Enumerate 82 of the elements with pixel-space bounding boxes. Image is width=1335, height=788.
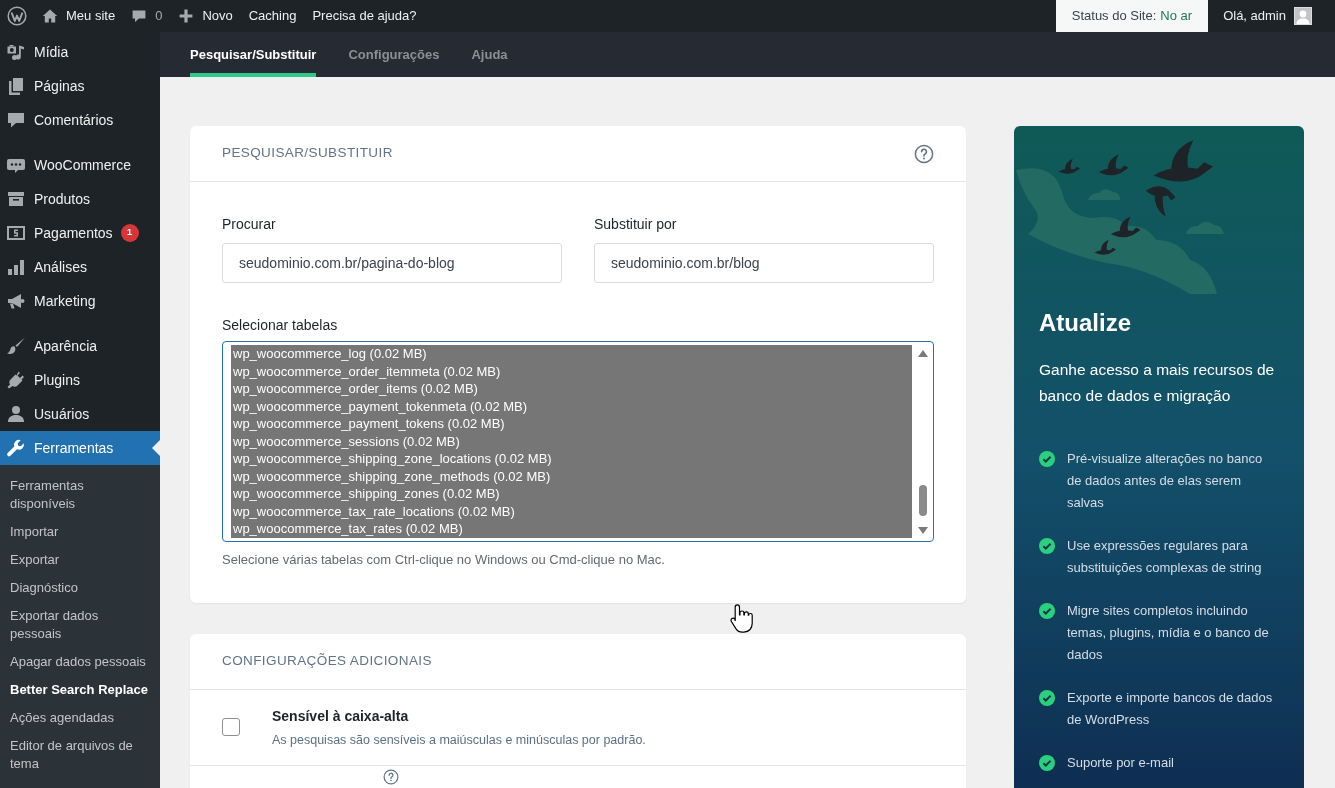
panel-subtitle: Ganhe acesso a mais recursos de banco de dados e migração [1039, 360, 1276, 406]
sidebar-item[interactable]: Marketing [0, 284, 160, 318]
sidebar-item[interactable]: Análises [0, 250, 160, 284]
submenu-item[interactable]: Importar [0, 518, 160, 546]
bar-chart-icon [6, 257, 26, 277]
feature-text: Exporte e importe bancos de dados de WordPress [1067, 689, 1274, 729]
sidebar-item[interactable]: Mídia [0, 35, 160, 69]
submenu-item[interactable]: Exportar [0, 546, 160, 574]
help-icon[interactable] [383, 769, 399, 785]
feature-text: Use expressões regulares para substituições complexas de string [1067, 537, 1263, 577]
field-label: Selecionar tabelas [222, 316, 339, 335]
check-circle-icon [1039, 755, 1055, 771]
submenu-item[interactable]: Exportar dados pessoais [0, 602, 160, 648]
sidebar-item[interactable]: Páginas [0, 69, 160, 103]
site-link[interactable]: Meu site [34, 0, 124, 32]
comment-icon [6, 110, 26, 130]
field-label: Substituir por [594, 215, 678, 234]
comment-icon [131, 8, 148, 24]
field-label: Procurar [222, 215, 277, 234]
submenu-item[interactable]: Better Search Replace [0, 676, 160, 704]
pages-icon [6, 76, 26, 96]
table-option[interactable]: wp_woocommerce_order_items (0.02 MB) [231, 380, 912, 398]
checkbox[interactable] [222, 718, 240, 736]
user-icon [6, 404, 26, 424]
card-title: PESQUISAR/SUBSTITUIR [222, 144, 393, 163]
tab[interactable]: Configurações [348, 32, 440, 77]
toolbar-link[interactable]: Caching [240, 0, 305, 32]
submenu-item[interactable]: Ações agendadas [0, 704, 160, 732]
plug-icon [6, 370, 26, 390]
card-title: CONFIGURAÇÕES ADICIONAIS [222, 652, 432, 671]
table-option[interactable]: wp_woocommerce_payment_tokens (0.02 MB) [231, 415, 912, 433]
comments-link[interactable]: 0 [123, 0, 171, 32]
submenu-item[interactable]: Ferramentas disponíveis [0, 472, 160, 518]
check-circle-icon [1039, 690, 1055, 706]
feature-text: Suporte por e-mail [1067, 754, 1175, 772]
scrollbar-thumb[interactable] [918, 485, 927, 516]
tab[interactable]: Pesquisar/Substituir [190, 32, 317, 77]
sidebar-item[interactable]: WooCommerce [0, 148, 160, 182]
sidebar-item[interactable]: Plugins [0, 363, 160, 397]
scroll-up-icon[interactable] [917, 350, 928, 357]
table-option[interactable]: wp_woocommerce_tax_rates (0.02 MB) [231, 520, 912, 538]
sidebar-item[interactable]: Ferramentas [0, 431, 160, 465]
new-link[interactable]: Novo [170, 0, 241, 32]
wrench-icon [6, 438, 26, 458]
replace-input[interactable]: seudominio.com.br/blog [594, 243, 934, 283]
tab[interactable]: Ajuda [471, 32, 508, 77]
table-option[interactable]: wp_woocommerce_shipping_zones (0.02 MB) [231, 485, 912, 503]
sidebar-item[interactable]: Usuários [0, 397, 160, 431]
table-option[interactable]: wp_woocommerce_shipping_zone_locations (0.02 MB) [231, 450, 912, 468]
sidebar-item[interactable]: Comentários [0, 103, 160, 137]
panel-title: Atualize [1039, 309, 1132, 337]
table-option[interactable]: wp_woocommerce_log (0.02 MB) [231, 345, 912, 363]
check-circle-icon [1039, 538, 1055, 554]
submenu-item[interactable]: Diagnóstico [0, 574, 160, 602]
home-icon [42, 8, 58, 24]
check-circle-icon [1039, 603, 1055, 619]
account-link[interactable]: Olá, admin [1208, 0, 1335, 32]
current-pointer-icon [152, 440, 160, 456]
count-badge: 1 [120, 224, 139, 242]
scroll-down-icon[interactable] [917, 527, 928, 534]
search-input[interactable]: seudominio.com.br/pagina-do-blog [222, 243, 562, 283]
megaphone-icon [6, 291, 26, 311]
toolbar-link[interactable]: Precisa de ajuda? [304, 0, 425, 32]
option-label: Sensível à caixa-alta [272, 707, 410, 726]
tables-listbox[interactable] [222, 341, 934, 542]
logo-icon[interactable] [7, 6, 27, 26]
archive-icon [6, 189, 26, 209]
plus-icon [178, 8, 195, 24]
sidebar-item[interactable]: Produtos [0, 182, 160, 216]
site-status-link[interactable]: Status do Site: No ar [1055, 0, 1209, 32]
check-circle-icon [1039, 451, 1055, 467]
submenu-item[interactable]: Apagar dados pessoais [0, 648, 160, 676]
option-description: As pesquisas são sensíveis a maiúsculas e minúsculas por padrão. [272, 732, 646, 749]
dollar-icon [6, 223, 26, 243]
feature-text: Migre sites completos incluindo temas, plugins, mídia e o banco de dados [1067, 602, 1270, 664]
hint-text: Selecione várias tabelas com Ctrl-clique no Windows ou Cmd-clique no Mac. [222, 552, 666, 568]
feature-text: Pré-visualize alterações no banco de dados antes de elas serem salvas [1067, 450, 1264, 512]
camera-note-icon [6, 42, 26, 62]
submenu-item[interactable]: Editor de arquivos de tema [0, 732, 160, 778]
help-icon[interactable] [914, 143, 934, 164]
sidebar-item[interactable]: Pagamentos 1 [0, 216, 160, 250]
sidebar-item[interactable]: Aparência [0, 329, 160, 363]
